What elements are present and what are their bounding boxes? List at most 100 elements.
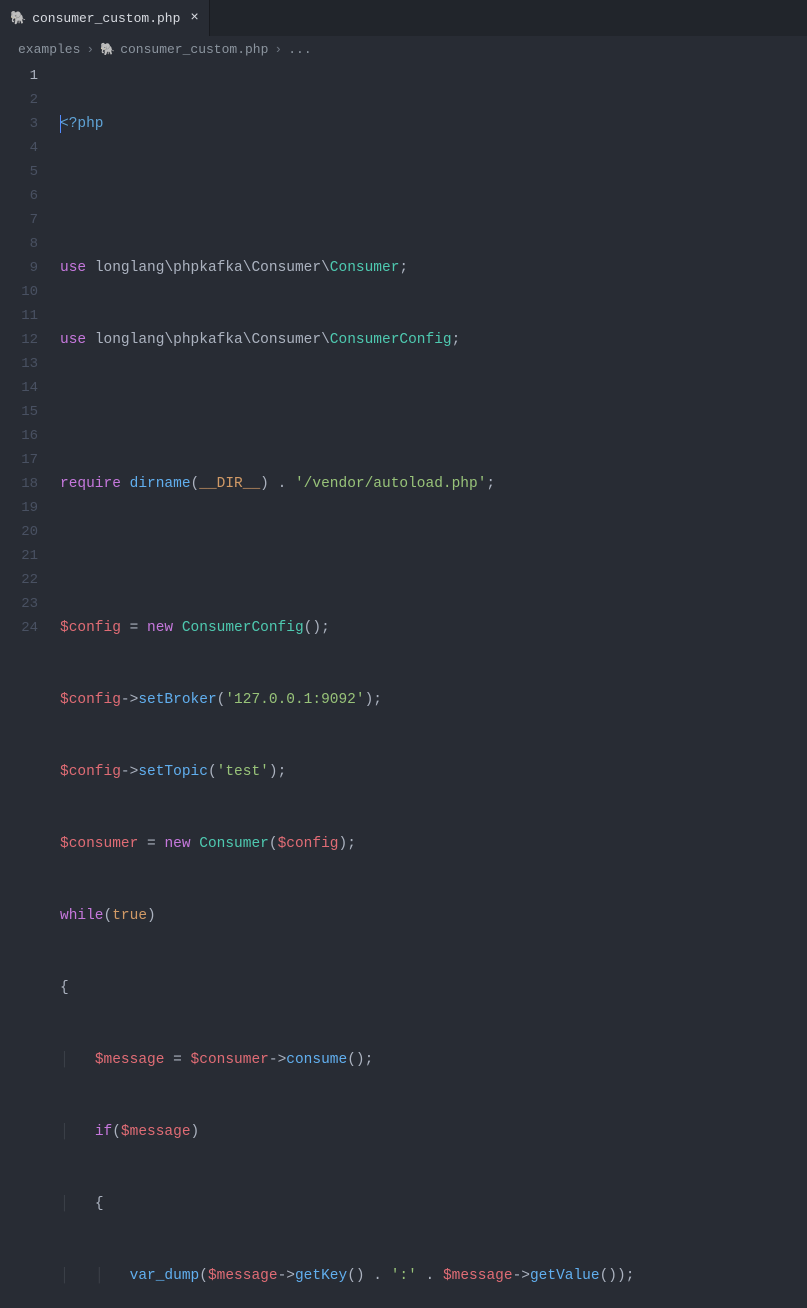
token: Consumer [199,836,269,852]
token: ConsumerConfig [182,620,304,636]
token: getKey [295,1268,347,1284]
token: ) [356,1052,365,1068]
tab-active[interactable]: 🐘 consumer_custom.php × [0,0,210,36]
code-line: │ $message = $consumer->consume(); [60,1048,807,1072]
token: $config [278,836,339,852]
token: ) [147,908,156,924]
token: while [60,908,104,924]
indent-guide: │ [60,1196,69,1212]
token: ) [339,836,348,852]
breadcrumb: examples › 🐘 consumer_custom.php › ... [0,36,807,62]
breadcrumb-folder[interactable]: examples [18,42,80,57]
code-line: │ if($message) [60,1120,807,1144]
token: . [269,476,295,492]
breadcrumb-file-label: consumer_custom.php [120,42,268,57]
token: ( [104,908,113,924]
editor[interactable]: 1 2 3 4 5 6 7 8 9 10 11 12 13 14 15 16 1… [0,62,807,1308]
line-number: 21 [0,544,38,568]
breadcrumb-file[interactable]: 🐘 consumer_custom.php [100,42,268,57]
token: new [164,836,190,852]
line-number: 22 [0,568,38,592]
line-number: 2 [0,88,38,112]
indent-guide: │ [60,1052,69,1068]
breadcrumb-more[interactable]: ... [288,42,311,57]
token: ( [191,476,200,492]
token: ( [347,1268,356,1284]
code-line: { [60,976,807,1000]
token: $config [60,692,121,708]
token: ; [399,260,408,276]
tab-bar: 🐘 consumer_custom.php × [0,0,807,36]
chevron-right-icon: › [274,42,282,57]
line-number: 1 [0,64,38,88]
token: getValue [530,1268,600,1284]
token: ; [626,1268,635,1284]
close-icon[interactable]: × [190,10,198,26]
token [86,260,95,276]
token: . [417,1268,443,1284]
line-number: 6 [0,184,38,208]
code-line [60,544,807,568]
code-line: $config->setBroker('127.0.0.1:9092'); [60,688,807,712]
token: ( [217,692,226,708]
token: '127.0.0.1:9092' [225,692,364,708]
php-file-icon: 🐘 [10,11,26,26]
token: require [60,476,121,492]
token: = [121,620,147,636]
token: use [60,332,86,348]
token: { [60,980,69,996]
token: ':' [391,1268,417,1284]
code-line: $config = new ConsumerConfig(); [60,616,807,640]
token: ; [486,476,495,492]
token: setBroker [138,692,216,708]
token: ; [278,764,287,780]
code-line [60,184,807,208]
line-number: 15 [0,400,38,424]
code-line [60,400,807,424]
code-line: │ │ var_dump($message->getKey() . ':' . … [60,1264,807,1288]
token: -> [121,764,138,780]
code-line: use longlang\phpkafka\Consumer\Consumer; [60,256,807,280]
indent-guide: │ [95,1268,104,1284]
token: ) [269,764,278,780]
token: \ [164,332,173,348]
tab-label: consumer_custom.php [32,11,180,26]
code-area[interactable]: <?php use longlang\phpkafka\Consumer\Con… [60,64,807,1308]
token: '/vendor/autoload.php' [295,476,486,492]
token: = [164,1052,190,1068]
code-line: $consumer = new Consumer($config); [60,832,807,856]
token [191,836,200,852]
token: ) [260,476,269,492]
token: \ [164,260,173,276]
token: ) [191,1124,200,1140]
code-line: │ { [60,1192,807,1216]
token: Consumer [251,260,321,276]
token [86,332,95,348]
token: $consumer [191,1052,269,1068]
token: -> [269,1052,286,1068]
line-number: 3 [0,112,38,136]
token: ( [112,1124,121,1140]
line-number: 17 [0,448,38,472]
token: ; [321,620,330,636]
token: if [95,1124,112,1140]
code-line: use longlang\phpkafka\Consumer\ConsumerC… [60,328,807,352]
line-number: 13 [0,352,38,376]
token [121,476,130,492]
token: \ [321,332,330,348]
token: $config [60,620,121,636]
token: use [60,260,86,276]
code-line: <?php [60,112,807,136]
token: $message [208,1268,278,1284]
token: $message [95,1052,165,1068]
line-number: 19 [0,496,38,520]
token: ( [199,1268,208,1284]
token: ; [347,836,356,852]
token: longlang [95,332,165,348]
token: -> [121,692,138,708]
token: setTopic [138,764,208,780]
token: -> [513,1268,530,1284]
token: phpkafka [173,260,243,276]
token: <?php [60,116,104,132]
line-number: 11 [0,304,38,328]
